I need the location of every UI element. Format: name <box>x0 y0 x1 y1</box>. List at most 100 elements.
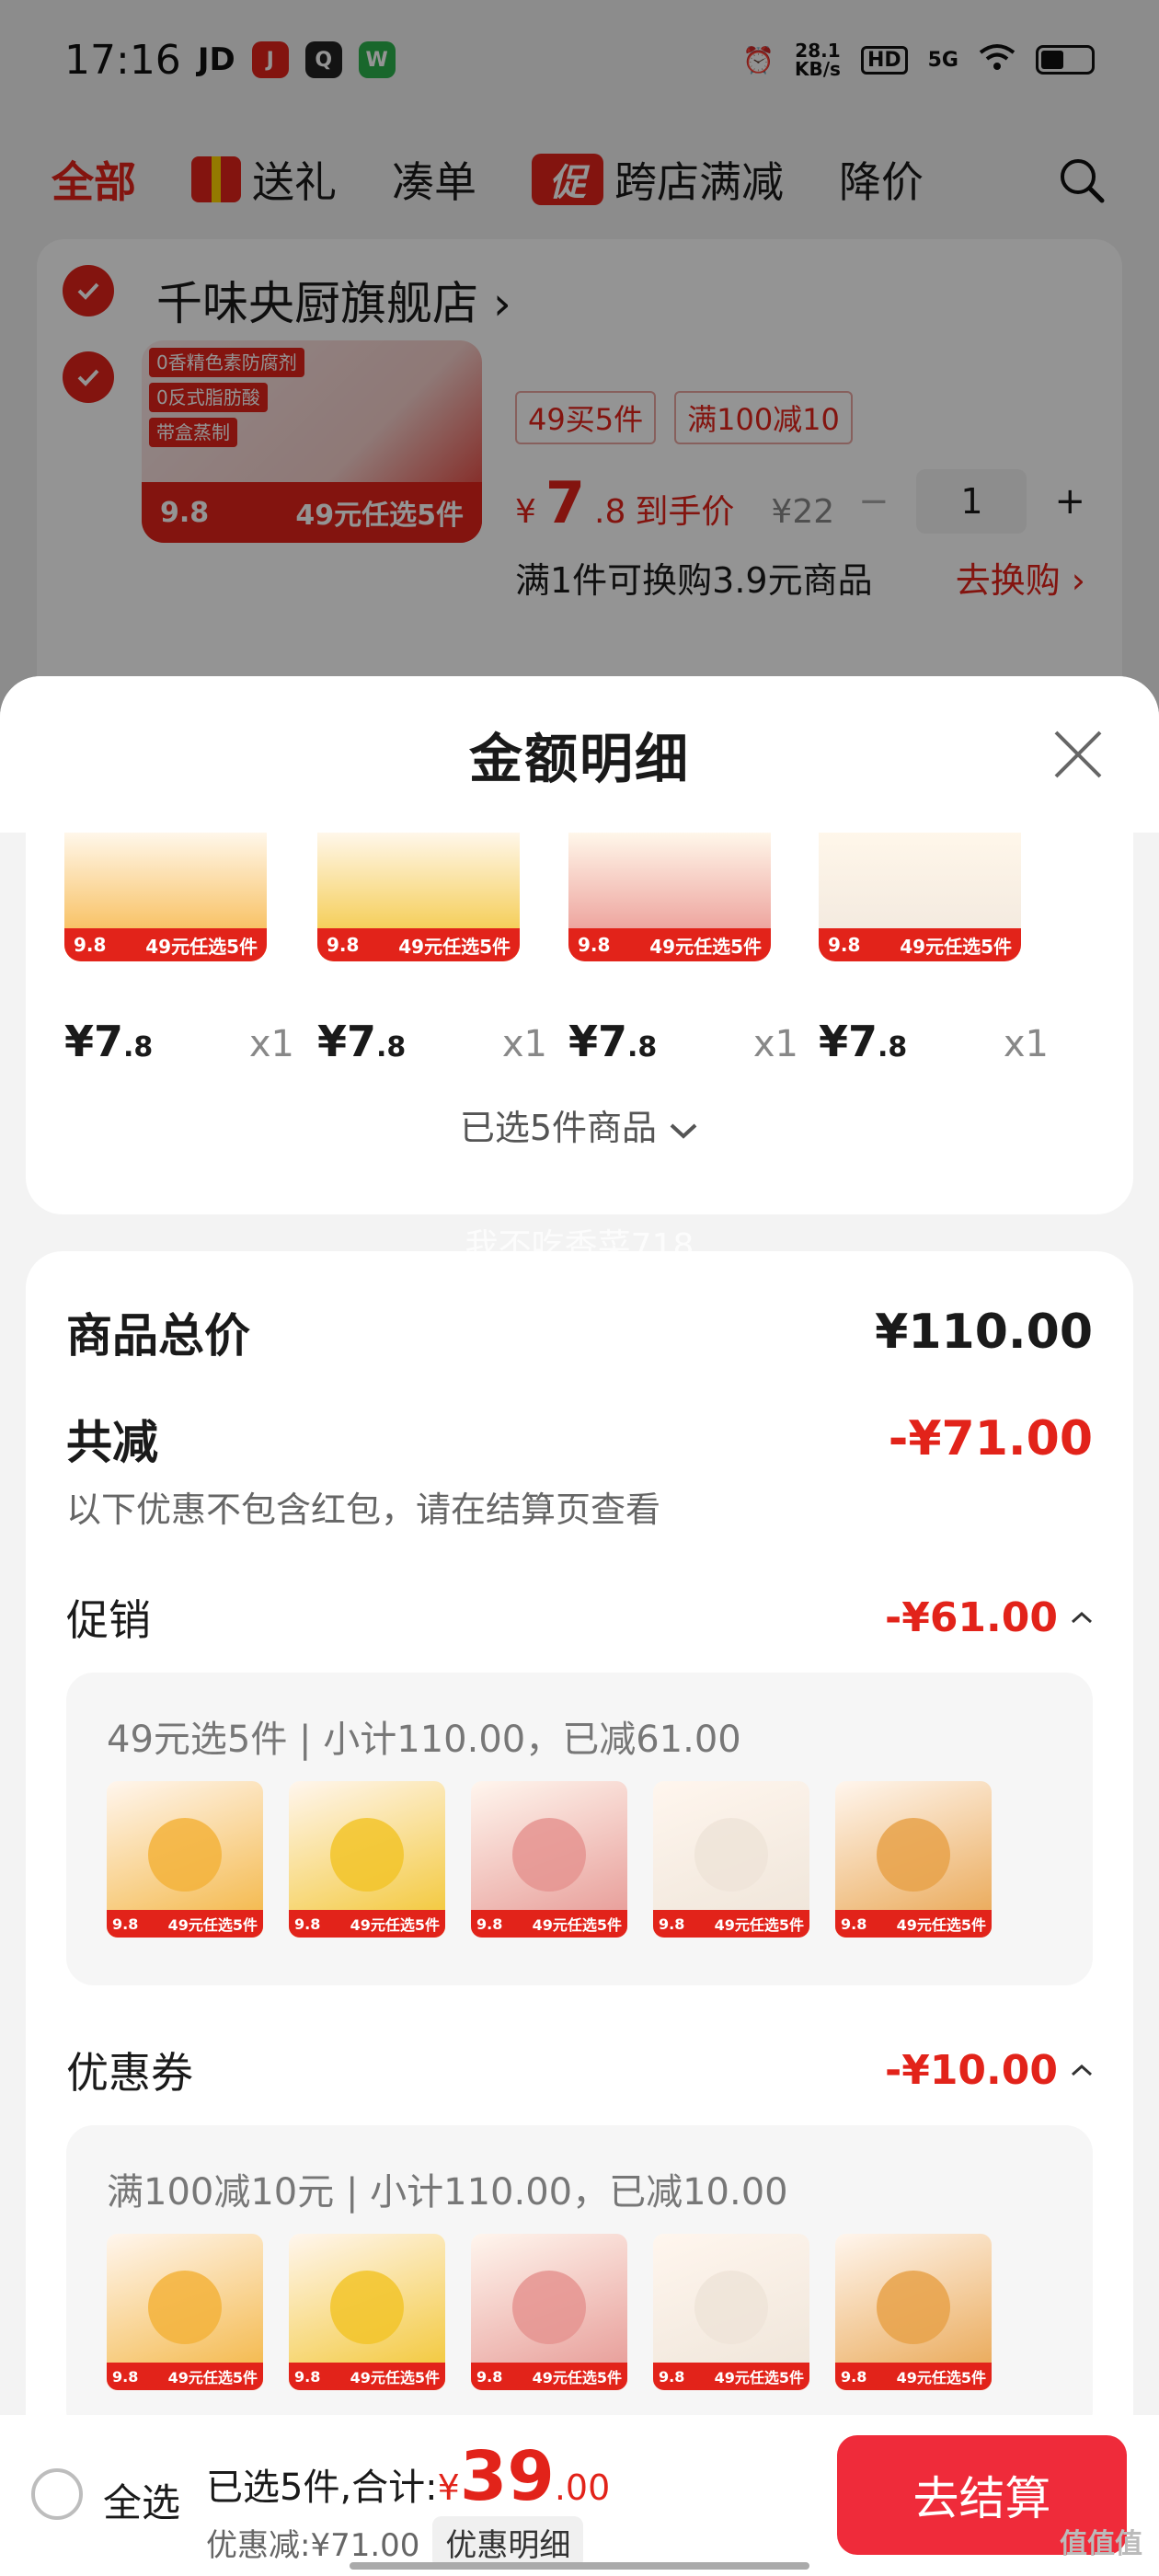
thumb-price: 9.8 <box>841 2367 867 2386</box>
item-price-int: ¥7 <box>568 1017 628 1066</box>
thumb-offer: 49元任选5件 <box>649 935 762 958</box>
coupon-caption: 满100减10元 | 小计110.00，已减10.00 <box>107 2171 788 2214</box>
coupon-row[interactable]: 优惠券 -¥10.00 <box>66 2040 1093 2100</box>
item-price: ¥7.8 <box>568 1017 657 1066</box>
thumb-price: 9.8 <box>294 1915 321 1933</box>
checkout-bar: 全选 已选5件,合计: ¥ 39 .00 优惠减:¥71.00 优惠明细 去结算 <box>0 2415 1159 2576</box>
product-deco <box>694 2271 768 2344</box>
thumb-offer: 49元任选5件 <box>145 935 258 958</box>
item-price-row: ¥7.8 x1 <box>317 1017 547 1066</box>
thumb-offer: 49元任选5件 <box>714 2369 804 2386</box>
total-int: 39 <box>459 2437 555 2516</box>
item-price: ¥7.8 <box>317 1017 406 1066</box>
close-icon[interactable] <box>1050 727 1106 782</box>
promo-thumbnail[interactable]: 9.8 49元任选5件 <box>835 1781 992 1938</box>
selected-item[interactable]: 9.8 49元任选5件 ¥7.8 x1 <box>317 833 557 1066</box>
chevron-up-icon <box>1071 2064 1093 2076</box>
coupon-detail-box: 满100减10元 | 小计110.00，已减10.00 9.8 49元任选5件 9.… <box>66 2125 1093 2438</box>
discount-line: 优惠减:¥71.00 优惠明细 <box>206 2516 584 2569</box>
product-deco <box>694 1818 768 1892</box>
promo-thumbnail[interactable]: 9.8 49元任选5件 <box>471 1781 627 1938</box>
item-price-dec: .8 <box>627 1031 658 1064</box>
thumb-offer: 49元任选5件 <box>532 2369 622 2386</box>
selected-summary-label: 已选5件商品 <box>459 1108 658 1148</box>
total-value: ¥110.00 <box>875 1305 1093 1360</box>
coupon-thumbnail[interactable]: 9.8 49元任选5件 <box>107 2234 263 2390</box>
coupon-thumbnail[interactable]: 9.8 49元任选5件 <box>835 2234 992 2390</box>
select-all-label[interactable]: 全选 <box>103 2472 180 2528</box>
product-deco <box>512 2271 586 2344</box>
reduce-value: -¥71.00 <box>888 1411 1093 1466</box>
thumb-price: 9.8 <box>74 934 107 956</box>
thumb-offer-bar: 9.8 49元任选5件 <box>653 2363 809 2390</box>
total-dec: .00 <box>554 2467 611 2508</box>
thumb-offer: 49元任选5件 <box>350 1916 440 1934</box>
total-label: 商品总价 <box>66 1309 250 1363</box>
selected-item[interactable]: 9.8 49元任选5件 ¥7.8 x1 <box>568 833 808 1066</box>
select-all-radio[interactable] <box>31 2468 83 2520</box>
thumb-offer-bar: 9.8 49元任选5件 <box>107 1910 263 1938</box>
coupon-value: -¥10.00 <box>884 2046 1058 2094</box>
selected-item[interactable]: 9.8 49元任选5件 ¥7.8 x1 <box>819 833 1058 1066</box>
item-price-dec: .8 <box>376 1031 407 1064</box>
item-qty: x1 <box>248 1023 294 1065</box>
thumb-price: 9.8 <box>294 2367 321 2386</box>
total-row: 商品总价 ¥110.00 <box>66 1299 1093 1365</box>
chevron-down-icon <box>670 1123 697 1139</box>
item-qty: x1 <box>752 1023 798 1065</box>
item-price-dec: .8 <box>878 1031 908 1064</box>
thumb-offer: 49元任选5件 <box>714 1916 804 1934</box>
thumb-offer-bar: 9.8 49元任选5件 <box>107 2363 263 2390</box>
coupon-thumbnail[interactable]: 9.8 49元任选5件 <box>653 2234 809 2390</box>
home-indicator[interactable] <box>350 2562 809 2570</box>
thumb-price: 9.8 <box>112 2367 139 2386</box>
promo-thumbs: 9.8 49元任选5件 9.8 49元任选5件 9.8 49元任选5件 9.8 49元任选5件… <box>107 1781 992 1938</box>
thumb-offer: 49元任选5件 <box>532 1916 622 1934</box>
item-price-row: ¥7.8 x1 <box>819 1017 1049 1066</box>
item-price-row: ¥7.8 x1 <box>568 1017 798 1066</box>
thumb-offer-bar: 9.8 49元任选5件 <box>653 1910 809 1938</box>
product-deco <box>877 2271 950 2344</box>
coupon-thumbnail[interactable]: 9.8 49元任选5件 <box>289 2234 445 2390</box>
thumb-offer-bar: 9.8 49元任选5件 <box>289 1910 445 1938</box>
coupon-thumbnail[interactable]: 9.8 49元任选5件 <box>471 2234 627 2390</box>
thumb-offer: 49元任选5件 <box>167 2369 258 2386</box>
amount-detail-sheet: 金额明细 9.8 49元任选5件 ¥7.8 x1 9.8 49元任选5件 ¥7.8 x1 9.8… <box>0 676 1159 2576</box>
thumb-price: 9.8 <box>841 1915 867 1933</box>
item-thumbnail: 9.8 49元任选5件 <box>819 833 1021 961</box>
item-price: ¥7.8 <box>64 1017 153 1066</box>
coupon-label: 优惠券 <box>66 2048 193 2098</box>
thumb-offer: 49元任选5件 <box>896 2369 986 2386</box>
sheet-header: 金额明细 <box>0 676 1159 833</box>
promo-detail-box: 49元选5件 | 小计110.00，已减61.00 9.8 49元任选5件 9.8 4… <box>66 1673 1093 1985</box>
discount-detail-button[interactable]: 优惠明细 <box>432 2516 584 2569</box>
promo-thumbnail[interactable]: 9.8 49元任选5件 <box>653 1781 809 1938</box>
promo-row[interactable]: 促销 -¥61.00 <box>66 1587 1093 1648</box>
selected-summary-toggle[interactable]: 已选5件商品 <box>26 1099 1133 1150</box>
promo-caption: 49元选5件 | 小计110.00，已减61.00 <box>107 1719 741 1761</box>
discount-text: 优惠减:¥71.00 <box>206 2527 420 2564</box>
product-deco <box>330 2271 404 2344</box>
selected-item[interactable]: 9.8 49元任选5件 ¥7.8 x1 <box>64 833 304 1066</box>
thumb-price: 9.8 <box>659 2367 685 2386</box>
thumb-price: 9.8 <box>327 934 360 956</box>
item-qty: x1 <box>501 1023 547 1065</box>
thumb-price: 9.8 <box>476 2367 503 2386</box>
corner-watermark: 值值值 <box>1060 2528 1142 2560</box>
product-deco <box>512 1818 586 1892</box>
thumb-price: 9.8 <box>578 934 611 956</box>
thumb-offer: 49元任选5件 <box>398 935 511 958</box>
reduce-label: 共减 <box>66 1416 158 1469</box>
promo-label: 促销 <box>66 1595 151 1645</box>
promo-value: -¥61.00 <box>884 1593 1058 1641</box>
promo-thumbnail[interactable]: 9.8 49元任选5件 <box>107 1781 263 1938</box>
thumb-offer: 49元任选5件 <box>350 2369 440 2386</box>
thumb-offer-bar: 9.8 49元任选5件 <box>835 1910 992 1938</box>
item-thumbnail: 9.8 49元任选5件 <box>568 833 771 961</box>
product-deco <box>330 1818 404 1892</box>
promo-thumbnail[interactable]: 9.8 49元任选5件 <box>289 1781 445 1938</box>
thumb-offer-bar: 9.8 49元任选5件 <box>289 2363 445 2390</box>
item-price-int: ¥7 <box>317 1017 377 1066</box>
thumb-price: 9.8 <box>112 1915 139 1933</box>
product-deco <box>148 1818 222 1892</box>
